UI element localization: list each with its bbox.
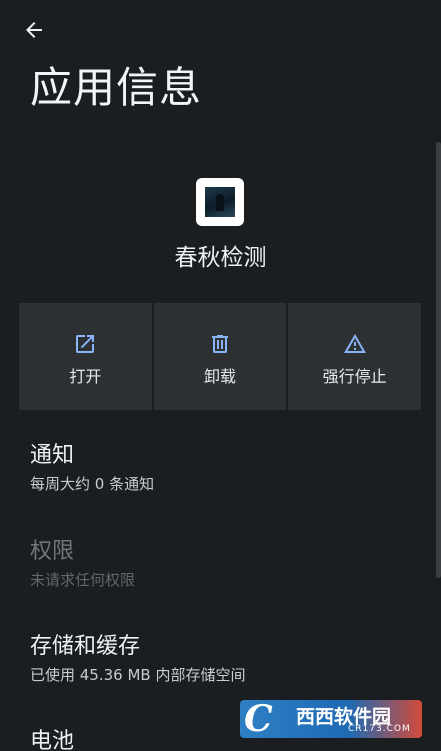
settings-item-permissions[interactable]: 权限 未请求任何权限	[30, 536, 420, 591]
app-icon	[196, 178, 244, 226]
scrollbar[interactable]	[436, 142, 441, 578]
open-button-label: 打开	[69, 367, 102, 386]
back-button[interactable]	[18, 16, 50, 48]
settings-item-title: 通知	[30, 443, 75, 468]
open-external-icon	[72, 331, 98, 357]
warning-icon	[342, 331, 368, 357]
trash-icon	[207, 331, 233, 357]
watermark-url: CR173.COM	[348, 724, 411, 734]
action-bar: 打开 卸载 强行停止	[19, 303, 422, 410]
settings-item-subtitle: 每周大约 0 条通知	[30, 475, 155, 493]
force-stop-button[interactable]: 强行停止	[288, 303, 422, 410]
force-stop-button-label: 强行停止	[322, 367, 387, 386]
app-name: 春秋检测	[174, 245, 267, 271]
uninstall-button[interactable]: 卸载	[153, 303, 287, 410]
arrow-left-icon	[22, 18, 46, 46]
settings-item-storage[interactable]: 存储和缓存 已使用 45.36 MB 内部存储空间	[30, 631, 420, 686]
uninstall-button-label: 卸载	[204, 367, 237, 386]
page-title: 应用信息	[30, 63, 203, 112]
app-icon-image	[205, 187, 235, 217]
open-button[interactable]: 打开	[19, 303, 152, 410]
settings-item-subtitle: 未请求任何权限	[30, 571, 136, 589]
app-info-screen: 应用信息 春秋检测 打开 卸载 强行停止 通知 每周大约 0 条通知 权限 未请…	[0, 0, 441, 751]
settings-item-subtitle: 已使用 45.36 MB 内部存储空间	[30, 666, 246, 684]
settings-item-title: 权限	[30, 539, 75, 564]
settings-item-title: 存储和缓存	[30, 634, 141, 659]
settings-item-notifications[interactable]: 通知 每周大约 0 条通知	[30, 440, 420, 495]
watermark-mark: C	[244, 700, 273, 738]
watermark-logo: C 西西软件园 CR173.COM	[240, 700, 422, 738]
